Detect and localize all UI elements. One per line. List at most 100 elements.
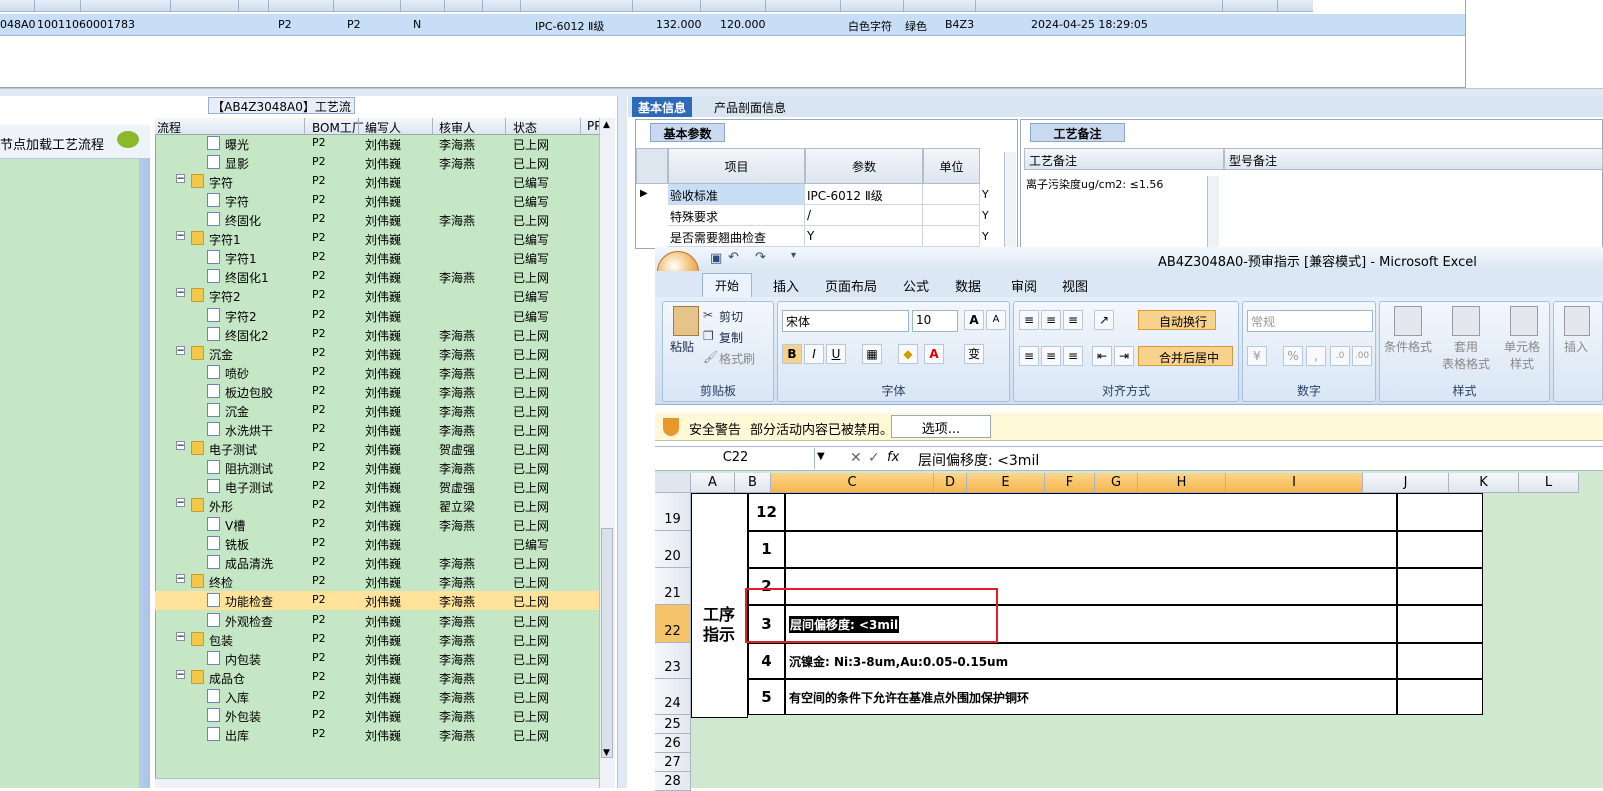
tab-data[interactable]: 数据 [955, 276, 981, 295]
param-item[interactable]: 特殊要求 [668, 205, 805, 226]
cut-button[interactable]: 剪切 [719, 308, 743, 325]
tree-row[interactable]: 入库 P2 刘伟巍 李海燕 已上网 [155, 687, 599, 706]
col-header-item[interactable]: 项目 [668, 148, 805, 184]
collapse-toggle-icon[interactable]: − [176, 344, 185, 356]
cell-styles-button[interactable]: 单元格 样式 [1504, 338, 1540, 372]
font-color-button[interactable]: A [924, 344, 944, 364]
tree-row[interactable]: − 电子测试 P2 刘伟巍 贺虚强 已上网 [155, 439, 599, 458]
insert-cells-icon[interactable] [1564, 306, 1590, 336]
tree-row[interactable]: 板边包胶 P2 刘伟巍 李海燕 已上网 [155, 382, 599, 401]
horizontal-splitter[interactable] [0, 88, 1603, 96]
col-header-craft-note[interactable]: 工艺备注 [1024, 148, 1224, 170]
row-header[interactable]: 23 [655, 643, 691, 679]
cell-styles-icon[interactable] [1510, 306, 1538, 336]
column-header[interactable]: L [1519, 473, 1579, 493]
tree-row[interactable]: 成品清洗 P2 刘伟巍 李海燕 已上网 [155, 553, 599, 572]
insert-function-button[interactable]: fx [887, 450, 899, 465]
comma-button[interactable]: , [1306, 346, 1326, 366]
enter-icon[interactable]: ✓ [868, 450, 880, 466]
cell-column-j[interactable] [1397, 568, 1483, 605]
param-value[interactable]: IPC-6012 Ⅱ级 [805, 184, 923, 205]
tab-view[interactable]: 视图 [1062, 276, 1088, 295]
cell-column-j[interactable] [1397, 605, 1483, 643]
increase-indent-icon[interactable]: ⇥ [1114, 346, 1134, 366]
shrink-font-button[interactable]: A [986, 310, 1006, 330]
row-header[interactable]: 24 [655, 679, 691, 715]
increase-decimal-icon[interactable]: .0 [1330, 346, 1350, 366]
tab-craft-notes[interactable]: 工艺备注 [1030, 123, 1125, 142]
tree-row[interactable]: 字符2 P2 刘伟巍 已编写 [155, 306, 599, 325]
wrap-text-button[interactable]: 自动换行 [1138, 310, 1216, 330]
column-header[interactable]: F [1045, 473, 1095, 493]
underline-button[interactable]: U [826, 344, 846, 364]
copy-icon[interactable]: ❐ [703, 329, 714, 343]
tab-formulas[interactable]: 公式 [903, 276, 929, 295]
tree-row[interactable]: 终固化1 P2 刘伟巍 李海燕 已上网 [155, 267, 599, 286]
collapse-toggle-icon[interactable]: − [176, 286, 185, 298]
paste-icon[interactable] [673, 306, 699, 336]
tree-row[interactable]: V槽 P2 刘伟巍 李海燕 已上网 [155, 515, 599, 534]
column-header[interactable]: K [1449, 473, 1519, 493]
grow-font-button[interactable]: A [964, 310, 984, 330]
decrease-decimal-icon[interactable]: .00 [1352, 346, 1372, 366]
align-left-icon[interactable]: ≡ [1019, 346, 1039, 366]
tab-page-layout[interactable]: 页面布局 [825, 276, 877, 295]
row-header[interactable]: 20 [655, 531, 691, 568]
column-header[interactable]: C [771, 473, 934, 493]
tree-row[interactable]: 阻抗测试 P2 刘伟巍 李海燕 已上网 [155, 458, 599, 477]
tree-row[interactable]: 铣板 P2 刘伟巍 已编写 [155, 534, 599, 553]
row-header[interactable]: 27 [655, 753, 691, 772]
tab-basic-params[interactable]: 基本参数 [650, 123, 725, 142]
format-table-icon[interactable] [1452, 306, 1480, 336]
security-options-button[interactable]: 选项... [891, 415, 991, 438]
border-icon[interactable]: ▦ [862, 344, 882, 364]
tree-row[interactable]: − 沉金 P2 刘伟巍 李海燕 已上网 [155, 344, 599, 363]
chat-bubble-icon[interactable] [117, 131, 139, 148]
decrease-indent-icon[interactable]: ⇤ [1092, 346, 1112, 366]
column-header[interactable]: A [691, 473, 735, 493]
scroll-thumb[interactable] [601, 528, 613, 758]
name-box[interactable]: C22 [657, 448, 815, 469]
column-header[interactable]: G [1095, 473, 1138, 493]
tree-row[interactable]: 出库 P2 刘伟巍 李海燕 已上网 [155, 725, 599, 744]
insert-cells-button[interactable]: 插入 [1564, 338, 1588, 355]
bold-button[interactable]: B [782, 344, 802, 364]
italic-button[interactable]: I [804, 344, 824, 364]
tree-row[interactable]: − 终检 P2 刘伟巍 李海燕 已上网 [155, 572, 599, 591]
format-painter-button[interactable]: 格式刷 [719, 350, 755, 367]
cell-column-j[interactable] [1397, 679, 1483, 715]
column-header[interactable]: J [1363, 473, 1449, 493]
cell-item-text[interactable] [785, 493, 1397, 531]
col-header-model-note[interactable]: 型号备注 [1224, 148, 1603, 170]
cell-item-text[interactable] [785, 531, 1397, 568]
font-size-combo[interactable]: 10 [912, 310, 958, 332]
format-table-button[interactable]: 套用 表格格式 [1442, 338, 1490, 372]
param-item[interactable]: 是否需要翘曲检查 [668, 226, 805, 247]
paste-button[interactable]: 粘贴 [670, 338, 694, 355]
cell-column-j[interactable] [1397, 531, 1483, 568]
tab-review[interactable]: 审阅 [1011, 276, 1037, 295]
qat-redo-icon[interactable]: ↷ [755, 250, 766, 265]
tree-row[interactable]: 曝光 P2 刘伟巍 李海燕 已上网 [155, 134, 599, 153]
orientation-icon[interactable]: ↗ [1094, 310, 1114, 330]
param-unit[interactable] [923, 184, 980, 205]
conditional-format-icon[interactable] [1394, 306, 1422, 336]
param-unit[interactable] [923, 205, 980, 226]
collapse-toggle-icon[interactable]: − [176, 496, 185, 508]
qat-save-icon[interactable]: ▣ [710, 251, 722, 266]
collapse-toggle-icon[interactable]: − [176, 439, 185, 451]
tree-row[interactable]: 沉金 P2 刘伟巍 李海燕 已上网 [155, 401, 599, 420]
tree-row[interactable]: 终固化 P2 刘伟巍 李海燕 已上网 [155, 210, 599, 229]
tree-row[interactable]: 喷砂 P2 刘伟巍 李海燕 已上网 [155, 363, 599, 382]
tree-horizontal-scrollbar[interactable] [155, 778, 599, 788]
row-header[interactable]: 26 [655, 734, 691, 753]
tab-insert[interactable]: 插入 [773, 276, 799, 295]
fill-color-icon[interactable]: ◆ [898, 344, 918, 364]
col-header-value[interactable]: 参数 [805, 148, 923, 184]
merge-center-button[interactable]: 合并后居中 [1138, 346, 1233, 366]
row-header[interactable]: 19 [655, 493, 691, 531]
column-header[interactable]: I [1226, 473, 1363, 493]
row-header[interactable]: 22 [655, 605, 691, 643]
align-middle-icon[interactable]: ≡ [1041, 310, 1061, 330]
tree-vertical-scrollbar[interactable]: ▲ ▼ [599, 118, 615, 788]
